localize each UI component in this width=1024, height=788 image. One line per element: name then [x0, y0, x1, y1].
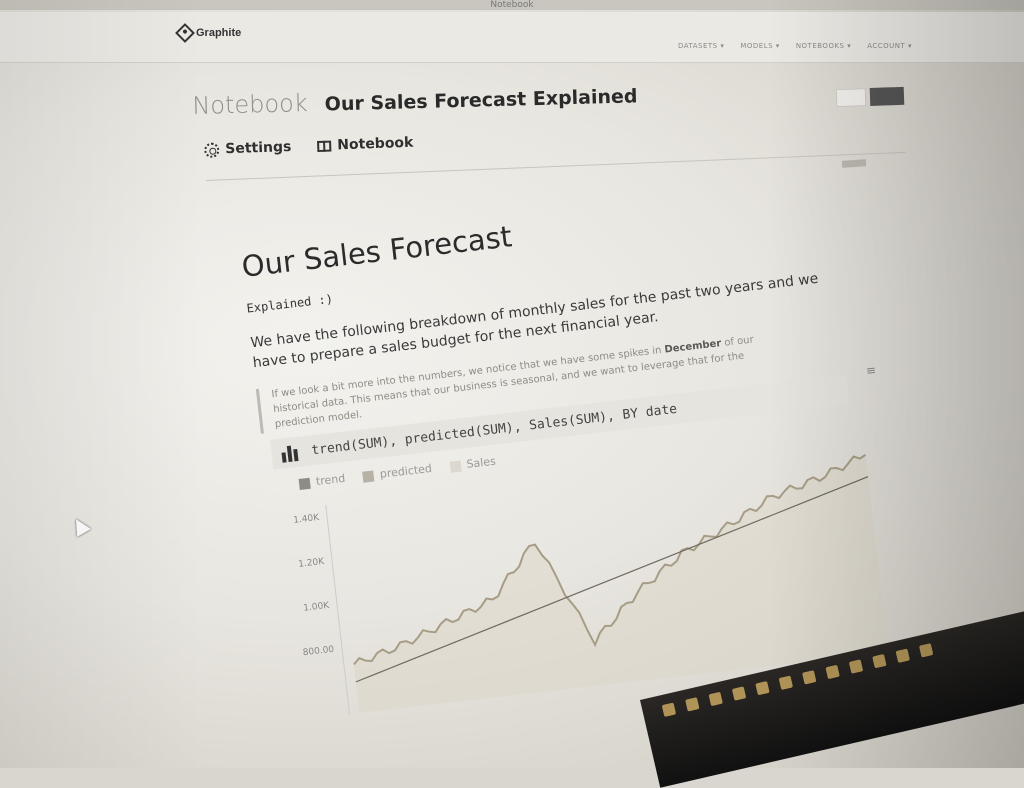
legend-label-predicted: predicted [379, 461, 433, 481]
window-title: Notebook [490, 0, 534, 10]
toolbar-right [841, 159, 867, 168]
nav-links: DATASETS ▾ MODELS ▾ NOTEBOOKS ▾ ACCOUNT … [678, 42, 912, 50]
gear-icon [204, 141, 220, 158]
toolbar-button[interactable] [841, 159, 867, 168]
nav-datasets[interactable]: DATASETS ▾ [678, 42, 724, 50]
brand[interactable]: Graphite [175, 23, 242, 43]
y-tick-label: 800.00 [302, 645, 335, 659]
legend-swatch-sales [449, 460, 462, 473]
legend-label-sales: Sales [465, 454, 497, 471]
tab-notebook-label: Notebook [337, 134, 414, 154]
tab-settings[interactable]: Settings [204, 139, 292, 158]
y-tick-label: 1.20K [298, 557, 326, 570]
os-title-bar: Notebook [0, 0, 1024, 10]
taskbar-app-icon[interactable] [848, 659, 864, 674]
legend-swatch-predicted [362, 469, 375, 483]
nav-models[interactable]: MODELS ▾ [740, 42, 779, 50]
legend-swatch-trend [298, 477, 311, 490]
quote-text-bold: December [663, 338, 722, 356]
page-header: Notebook Our Sales Forecast Explained [192, 80, 638, 120]
taskbar-app-icon[interactable] [895, 648, 910, 663]
taskbar-app-icon[interactable] [778, 675, 794, 690]
taskbar-app-icon[interactable] [731, 686, 747, 701]
legend-label-trend: trend [315, 471, 346, 489]
taskbar-app-icon[interactable] [708, 691, 723, 707]
breadcrumb[interactable]: Notebook [192, 89, 308, 120]
tab-settings-label: Settings [224, 138, 292, 158]
nav-account[interactable]: ACCOUNT ▾ [867, 42, 912, 50]
header-actions [835, 86, 905, 108]
tab-divider [206, 151, 906, 181]
primary-action-button[interactable] [869, 86, 905, 106]
legend-item-trend[interactable]: trend [298, 472, 346, 490]
tab-bar: Settings Notebook [204, 135, 414, 158]
page-title: Our Sales Forecast Explained [324, 85, 638, 116]
tab-notebook[interactable]: Notebook [317, 135, 414, 154]
taskbar-app-icon[interactable] [685, 697, 700, 712]
secondary-action-button[interactable] [835, 88, 867, 108]
top-navigation: Graphite DATASETS ▾ MODELS ▾ NOTEBOOKS ▾… [0, 12, 1024, 63]
taskbar-app-icon[interactable] [918, 643, 934, 658]
legend-item-sales[interactable]: Sales [449, 455, 496, 473]
mouse-cursor-icon [69, 515, 91, 537]
legend-item-predicted[interactable]: predicted [362, 461, 433, 483]
brand-name: Graphite [196, 27, 242, 39]
taskbar-app-icon[interactable] [802, 670, 817, 685]
taskbar-app-icon[interactable] [755, 680, 770, 696]
graphite-logo-icon [175, 23, 195, 43]
y-tick-label: 1.00K [303, 601, 331, 614]
menu-icon[interactable]: ≡ [865, 363, 877, 378]
screen: Notebook Graphite DATASETS ▾ MODELS ▾ NO… [0, 0, 1024, 788]
taskbar-app-icon[interactable] [872, 653, 887, 669]
nav-notebooks[interactable]: NOTEBOOKS ▾ [796, 42, 851, 50]
taskbar-app-icon[interactable] [825, 664, 840, 680]
book-icon [317, 140, 332, 152]
taskbar-app-icon[interactable] [661, 702, 677, 717]
y-tick-label: 1.40K [293, 513, 321, 526]
bar-chart-icon [281, 443, 299, 463]
